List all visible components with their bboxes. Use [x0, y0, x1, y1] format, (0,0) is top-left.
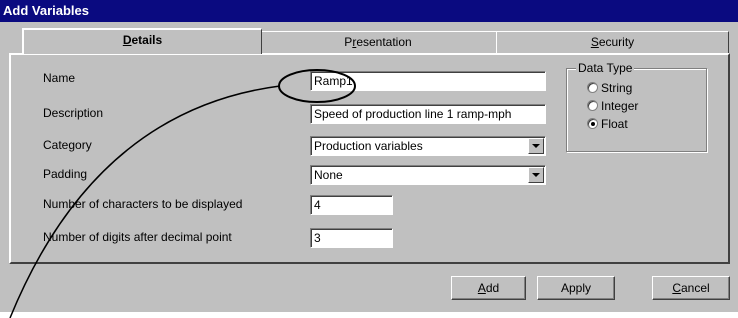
tab-security-label: Security — [590, 35, 635, 49]
name-label: Name — [43, 71, 76, 85]
padding-label: Padding — [43, 167, 88, 181]
description-input[interactable]: Speed of production line 1 ramp-mph — [310, 104, 546, 124]
title-bar[interactable]: Add Variables — [0, 0, 738, 22]
num-chars-label: Number of characters to be displayed — [43, 197, 243, 211]
num-chars-input[interactable]: 4 — [310, 195, 393, 215]
radio-float-circle[interactable] — [587, 118, 598, 129]
add-button[interactable]: Add — [451, 276, 526, 300]
num-digits-label: Number of digits after decimal point — [43, 230, 232, 244]
category-dropdown-button[interactable] — [528, 138, 544, 154]
category-value: Production variables — [314, 139, 423, 153]
padding-select[interactable]: None — [310, 165, 546, 185]
radio-integer-circle[interactable] — [587, 100, 598, 111]
data-type-group: Data Type String Integer Float — [566, 61, 707, 152]
data-type-legend: Data Type — [576, 61, 635, 75]
tab-details-label: Details — [122, 33, 163, 47]
radio-float-label: Float — [601, 117, 628, 131]
radio-string-label: String — [601, 81, 633, 95]
name-input[interactable]: Ramp1 — [310, 71, 546, 91]
category-label: Category — [43, 138, 92, 152]
padding-dropdown-button[interactable] — [528, 167, 544, 183]
radio-string-circle[interactable] — [587, 82, 598, 93]
tab-details[interactable]: Details — [22, 28, 262, 54]
padding-value: None — [314, 168, 343, 182]
tab-security[interactable]: Security — [496, 31, 729, 53]
window-title: Add Variables — [3, 3, 89, 18]
cancel-button[interactable]: Cancel — [652, 276, 730, 300]
tab-presentation[interactable]: Presentation — [258, 31, 498, 53]
tab-presentation-label: Presentation — [344, 35, 412, 49]
radio-integer-label: Integer — [601, 99, 639, 113]
category-select[interactable]: Production variables — [310, 136, 546, 156]
add-variables-dialog: Add Variables Presentation Security Deta… — [0, 0, 738, 318]
apply-button[interactable]: Apply — [537, 276, 615, 300]
description-label: Description — [43, 106, 104, 120]
num-digits-input[interactable]: 3 — [310, 228, 393, 248]
